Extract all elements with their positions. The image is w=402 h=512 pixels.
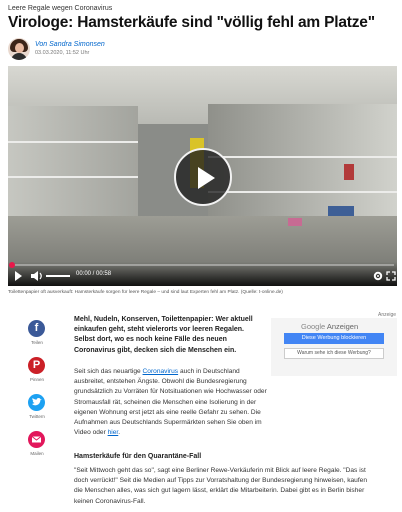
fullscreen-icon[interactable] <box>386 270 396 282</box>
video-controls: 00:00 / 00:58 <box>8 262 397 286</box>
settings-gear-icon[interactable] <box>373 270 383 282</box>
shelf-edge <box>208 156 397 158</box>
twitter-icon <box>28 394 45 411</box>
publish-date: 03.03.2020, 11:52 Uhr <box>35 50 90 56</box>
author-avatar <box>8 38 30 60</box>
video-caption: Toilettenpapier oft ausverkauft: Hamster… <box>8 290 283 295</box>
article-paragraph: "Seit Mittwoch geht das so", sagt eine B… <box>74 467 368 505</box>
product-pack <box>328 206 354 216</box>
play-icon <box>198 167 215 189</box>
coronavirus-link[interactable]: Coronavirus <box>143 368 179 375</box>
facebook-icon: f <box>28 320 45 337</box>
shelf-edge <box>8 141 138 143</box>
play-small-icon[interactable] <box>14 270 23 282</box>
share-label: Twittern <box>29 414 45 419</box>
video-time: 00:00 / 00:58 <box>76 271 112 277</box>
mail-icon <box>28 431 45 448</box>
product-pack <box>344 164 354 180</box>
product-pack <box>288 218 302 226</box>
share-pinterest-button[interactable]: P Pinnen <box>24 357 50 395</box>
video-progress-bar[interactable] <box>9 262 394 268</box>
shelf-edge <box>208 191 397 193</box>
article-kicker: Leere Regale wegen Coronavirus <box>8 5 113 12</box>
google-ads-title: Google Anzeigen <box>301 322 359 331</box>
share-mail-button[interactable]: Mailen <box>24 431 50 469</box>
video-here-link[interactable]: hier <box>108 429 119 436</box>
pinterest-icon: P <box>28 357 45 374</box>
progress-handle[interactable] <box>9 262 15 268</box>
play-button[interactable] <box>174 148 232 206</box>
ad-container: Google Anzeigen Diese Werbung blockieren… <box>271 318 397 376</box>
share-twitter-button[interactable]: Twittern <box>24 394 50 432</box>
share-label: Teilen <box>31 340 43 345</box>
volume-icon[interactable] <box>30 270 44 282</box>
share-facebook-button[interactable]: f Teilen <box>24 320 50 358</box>
article-subheading: Hamsterkäufe für den Quarantäne-Fall <box>74 453 202 460</box>
why-this-ad-button[interactable]: Warum sehe ich diese Werbung? <box>284 348 384 359</box>
block-ad-button[interactable]: Diese Werbung blockieren <box>284 333 384 344</box>
share-label: Mailen <box>30 451 44 456</box>
article-headline: Virologe: Hamsterkäufe sind "völlig fehl… <box>8 14 375 31</box>
volume-slider[interactable] <box>46 275 70 277</box>
author-link[interactable]: Von Sandra Simonsen <box>35 41 105 48</box>
shelf-edge <box>8 176 138 178</box>
video-player[interactable]: 00:00 / 00:58 <box>8 66 397 286</box>
share-label: Pinnen <box>29 377 44 382</box>
article-lead: Mehl, Nudeln, Konserven, Toilettenpapier… <box>74 316 253 354</box>
article-paragraph: Seit sich das neuartige Coronavirus auch… <box>74 368 267 437</box>
